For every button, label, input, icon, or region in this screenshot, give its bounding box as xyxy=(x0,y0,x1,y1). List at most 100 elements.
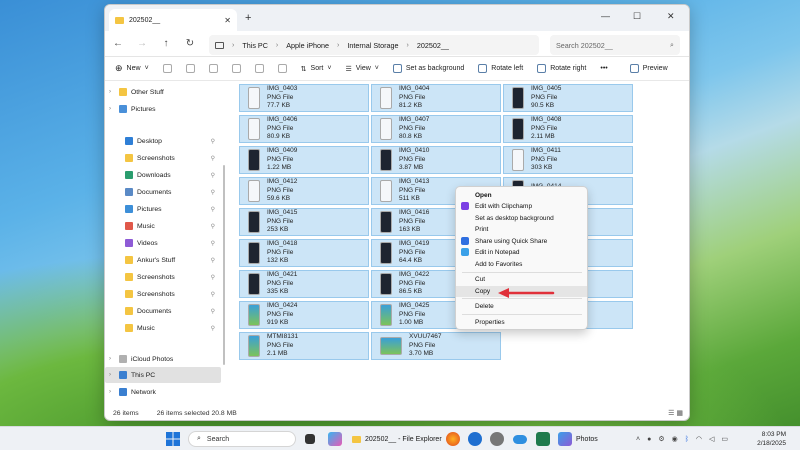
sidebar-item[interactable]: Screenshots ⚲ xyxy=(105,150,221,166)
file-item[interactable]: IMG_0403 PNG File 77.7 KB xyxy=(239,84,369,112)
new-button[interactable]: ⊕ New ˅ xyxy=(115,63,149,74)
sidebar-item[interactable]: Music ⚲ xyxy=(105,218,221,234)
sidebar-item[interactable]: Pictures ⚲ xyxy=(105,201,221,217)
copy-icon[interactable] xyxy=(185,64,195,73)
close-window-button[interactable]: ✕ xyxy=(667,11,675,22)
context-menu-item[interactable]: Set as desktop background xyxy=(456,213,587,224)
chevron-right-icon[interactable]: › xyxy=(105,389,115,395)
onedrive-icon[interactable] xyxy=(513,431,527,447)
bluetooth-icon[interactable]: ᛒ xyxy=(685,436,689,443)
context-menu-item[interactable]: Open xyxy=(456,190,587,201)
wifi-icon[interactable]: ◠ xyxy=(696,435,702,443)
close-tab-icon[interactable]: ✕ xyxy=(224,16,231,25)
sidebar-item[interactable]: Ankur's Stuff ⚲ xyxy=(105,252,221,268)
photos-taskbar-button[interactable]: Photos xyxy=(558,431,598,447)
firefox-icon[interactable] xyxy=(446,431,460,447)
file-item[interactable]: IMG_0410 PNG File 3.87 MB xyxy=(371,146,501,174)
new-tab-button[interactable]: + xyxy=(245,12,251,24)
context-menu-item[interactable]: Cut xyxy=(456,274,587,285)
share-icon[interactable] xyxy=(254,64,264,73)
maximize-button[interactable]: ☐ xyxy=(633,11,641,22)
set-as-background-button[interactable]: Set as background xyxy=(392,64,464,73)
rotate-left-button[interactable]: Rotate left xyxy=(478,64,523,73)
refresh-icon[interactable]: ↻ xyxy=(185,38,195,49)
sidebar-item[interactable]: › Other Stuff xyxy=(105,84,221,100)
tab-current-folder[interactable]: 202502__ ✕ xyxy=(109,9,237,31)
scrollbar-thumb[interactable] xyxy=(223,165,225,365)
paste-icon[interactable] xyxy=(208,64,218,73)
file-item[interactable]: IMG_0421 PNG File 335 KB xyxy=(239,270,369,298)
sidebar-item[interactable]: Screenshots ⚲ xyxy=(105,269,221,285)
start-button[interactable] xyxy=(166,431,180,447)
sidebar-item[interactable]: › Network xyxy=(105,384,221,400)
context-menu-item[interactable]: Properties xyxy=(456,317,587,328)
context-menu-item[interactable]: Print xyxy=(456,224,587,235)
context-menu-item[interactable]: Edit with Clipchamp xyxy=(456,201,587,212)
sidebar-item[interactable]: › Pictures xyxy=(105,101,221,117)
file-explorer-taskbar-button[interactable]: 202502__ - File Explorer xyxy=(352,431,442,447)
view-toggle-icons[interactable]: ☰ ▦ xyxy=(668,409,683,417)
file-item[interactable]: IMG_0407 PNG File 80.8 KB xyxy=(371,115,501,143)
file-item[interactable]: IMG_0404 PNG File 81.2 KB xyxy=(371,84,501,112)
chevron-right-icon[interactable]: › xyxy=(105,89,115,95)
chevron-right-icon[interactable]: › xyxy=(105,372,115,378)
breadcrumb-this-pc[interactable]: This PC xyxy=(242,41,268,50)
sidebar-item[interactable]: › This PC xyxy=(105,367,221,383)
battery-icon[interactable]: ▭ xyxy=(721,435,728,443)
file-item[interactable]: IMG_0409 PNG File 1.22 MB xyxy=(239,146,369,174)
sidebar-item[interactable]: Desktop ⚲ xyxy=(105,133,221,149)
rotate-right-button[interactable]: Rotate right xyxy=(537,64,586,73)
sidebar-scrollbar[interactable] xyxy=(223,85,226,403)
sidebar-item[interactable]: Music ⚲ xyxy=(105,320,221,336)
breadcrumb-current-folder[interactable]: 202502__ xyxy=(417,41,449,50)
sidebar-item[interactable]: Screenshots ⚲ xyxy=(105,286,221,302)
sort-button[interactable]: ⇅ Sort ˅ xyxy=(301,65,332,73)
file-item[interactable]: IMG_0415 PNG File 253 KB xyxy=(239,208,369,236)
clock[interactable]: 8:03 PM 2/18/2025 xyxy=(757,430,786,448)
tray-app-icon[interactable]: ◉ xyxy=(672,435,678,443)
address-bar[interactable]: › This PC › Apple iPhone › Internal Stor… xyxy=(209,35,539,55)
more-options-button[interactable]: ••• xyxy=(600,65,607,72)
file-item[interactable]: IMG_0408 PNG File 2.11 MB xyxy=(503,115,633,143)
file-item[interactable]: MTMI8131 PNG File 2.1 MB xyxy=(239,332,369,360)
system-tray[interactable]: ˄ ● ⚙ ◉ ᛒ ◠ ◁ ▭ xyxy=(636,431,728,447)
context-menu-item[interactable]: Share using Quick Share xyxy=(456,236,587,247)
view-button[interactable]: ☰ View ˅ xyxy=(345,65,378,73)
back-arrow-icon[interactable]: ← xyxy=(113,38,123,49)
sidebar-item[interactable]: Documents ⚲ xyxy=(105,184,221,200)
chevron-right-icon[interactable]: › xyxy=(105,106,115,112)
context-menu-item[interactable]: Delete xyxy=(456,301,587,312)
chevron-up-icon[interactable]: ˄ xyxy=(636,436,640,443)
file-item[interactable]: IMG_0411 PNG File 303 KB xyxy=(503,146,633,174)
store-icon[interactable] xyxy=(536,431,550,447)
file-item[interactable]: XVUU7467 PNG File 3.70 MB xyxy=(371,332,501,360)
minimize-button[interactable]: — xyxy=(601,11,610,21)
context-menu-item[interactable]: Edit in Notepad xyxy=(456,247,587,258)
task-view-icon[interactable] xyxy=(305,431,315,447)
search-input[interactable]: Search 202502__ ⌕ xyxy=(550,35,680,55)
breadcrumb-apple-iphone[interactable]: Apple iPhone xyxy=(286,41,329,50)
forward-arrow-icon[interactable]: → xyxy=(137,38,147,49)
up-arrow-icon[interactable]: ↑ xyxy=(161,38,171,49)
preview-button[interactable]: Preview xyxy=(629,64,668,73)
tray-app-icon[interactable]: ● xyxy=(647,436,651,443)
settings-icon[interactable] xyxy=(490,431,504,447)
sidebar-item[interactable]: › iCloud Photos xyxy=(105,351,221,367)
file-item[interactable]: IMG_0406 PNG File 80.9 KB xyxy=(239,115,369,143)
app-icon[interactable] xyxy=(468,431,482,447)
sidebar-item[interactable]: Videos ⚲ xyxy=(105,235,221,251)
chevron-right-icon[interactable]: › xyxy=(105,356,115,362)
delete-icon[interactable] xyxy=(277,64,287,73)
cut-icon[interactable] xyxy=(162,64,172,73)
file-item[interactable]: IMG_0412 PNG File 59.6 KB xyxy=(239,177,369,205)
file-item[interactable]: IMG_0424 PNG File 919 KB xyxy=(239,301,369,329)
volume-icon[interactable]: ◁ xyxy=(709,435,714,443)
file-item[interactable]: IMG_0405 PNG File 90.5 KB xyxy=(503,84,633,112)
breadcrumb-internal-storage[interactable]: Internal Storage xyxy=(347,41,398,50)
sidebar-item[interactable]: Downloads ⚲ xyxy=(105,167,221,183)
gear-icon[interactable]: ⚙ xyxy=(658,435,664,443)
context-menu-item[interactable]: Add to Favorites xyxy=(456,259,587,270)
copilot-icon[interactable] xyxy=(328,431,342,447)
taskbar-search-input[interactable]: ⌕ Search xyxy=(188,431,296,447)
sidebar-item[interactable]: Documents ⚲ xyxy=(105,303,221,319)
